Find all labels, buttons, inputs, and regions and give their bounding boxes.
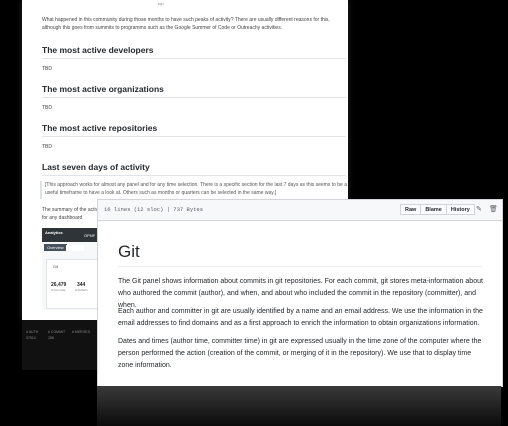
history-button[interactable]: History <box>445 204 475 215</box>
file-info: 16 lines (12 sloc) | 737 Bytes <box>104 206 204 213</box>
analytics-logo: Analytics <box>45 230 63 235</box>
title-rule <box>118 266 482 267</box>
heading-developers: The most active developers <box>42 45 154 55</box>
file-view: 16 lines (12 sloc) | 737 Bytes Raw Blame… <box>97 199 503 387</box>
metric-commits-label: # Commits <box>51 288 66 292</box>
trash-icon[interactable]: 🗑 <box>489 205 498 213</box>
pencil-icon[interactable]: ✎ <box>476 205 482 213</box>
heading-rule <box>42 97 346 98</box>
below-label: # AUTH <box>26 330 39 334</box>
heading-organizations: The most active organizations <box>42 84 164 94</box>
dashboard-selector[interactable] <box>66 245 84 251</box>
heading-rule <box>42 175 346 176</box>
below-label: # COMMIT <box>48 330 66 334</box>
blame-button[interactable]: Blame <box>420 204 447 215</box>
metric-authors-label: # Authors <box>75 288 88 292</box>
heading-rule <box>42 136 346 137</box>
intro-paragraph: What happened in this community during t… <box>42 17 330 31</box>
below-label: # MERGES <box>72 330 91 334</box>
reflection-band <box>97 386 501 426</box>
file-header-bar: 16 lines (12 sloc) | 737 Bytes Raw Blame… <box>98 200 502 221</box>
repositories-body: TBD <box>42 144 52 150</box>
page-title: Git <box>118 242 140 261</box>
paragraph-timezones: Dates and times (author time, committer … <box>118 338 482 369</box>
tab-overview[interactable]: Overview <box>44 244 67 251</box>
paragraph-identity: Each author and committer in git are usu… <box>118 308 483 327</box>
below-value: 288 <box>48 336 54 340</box>
organizations-body: TBD <box>42 105 52 111</box>
heading-repositories: The most active repositories <box>42 123 158 133</box>
dashboard-header-text: OPNF <box>84 233 96 238</box>
below-value: 37514 <box>26 336 36 340</box>
top-link-text[interactable]: top <box>158 1 164 6</box>
raw-button[interactable]: Raw <box>400 204 422 215</box>
git-panel-label: Git <box>53 264 59 269</box>
file-actions: Raw Blame History <box>400 204 475 215</box>
heading-rule <box>42 58 346 59</box>
developers-body: TBD <box>42 66 52 72</box>
approach-blockquote: [This approach works for almost any pane… <box>40 181 347 199</box>
reflected-metrics-band: # AUTH # COMMIT # MERGES 37514 288 <box>22 320 98 370</box>
heading-last-seven-days: Last seven days of activity <box>42 162 150 172</box>
